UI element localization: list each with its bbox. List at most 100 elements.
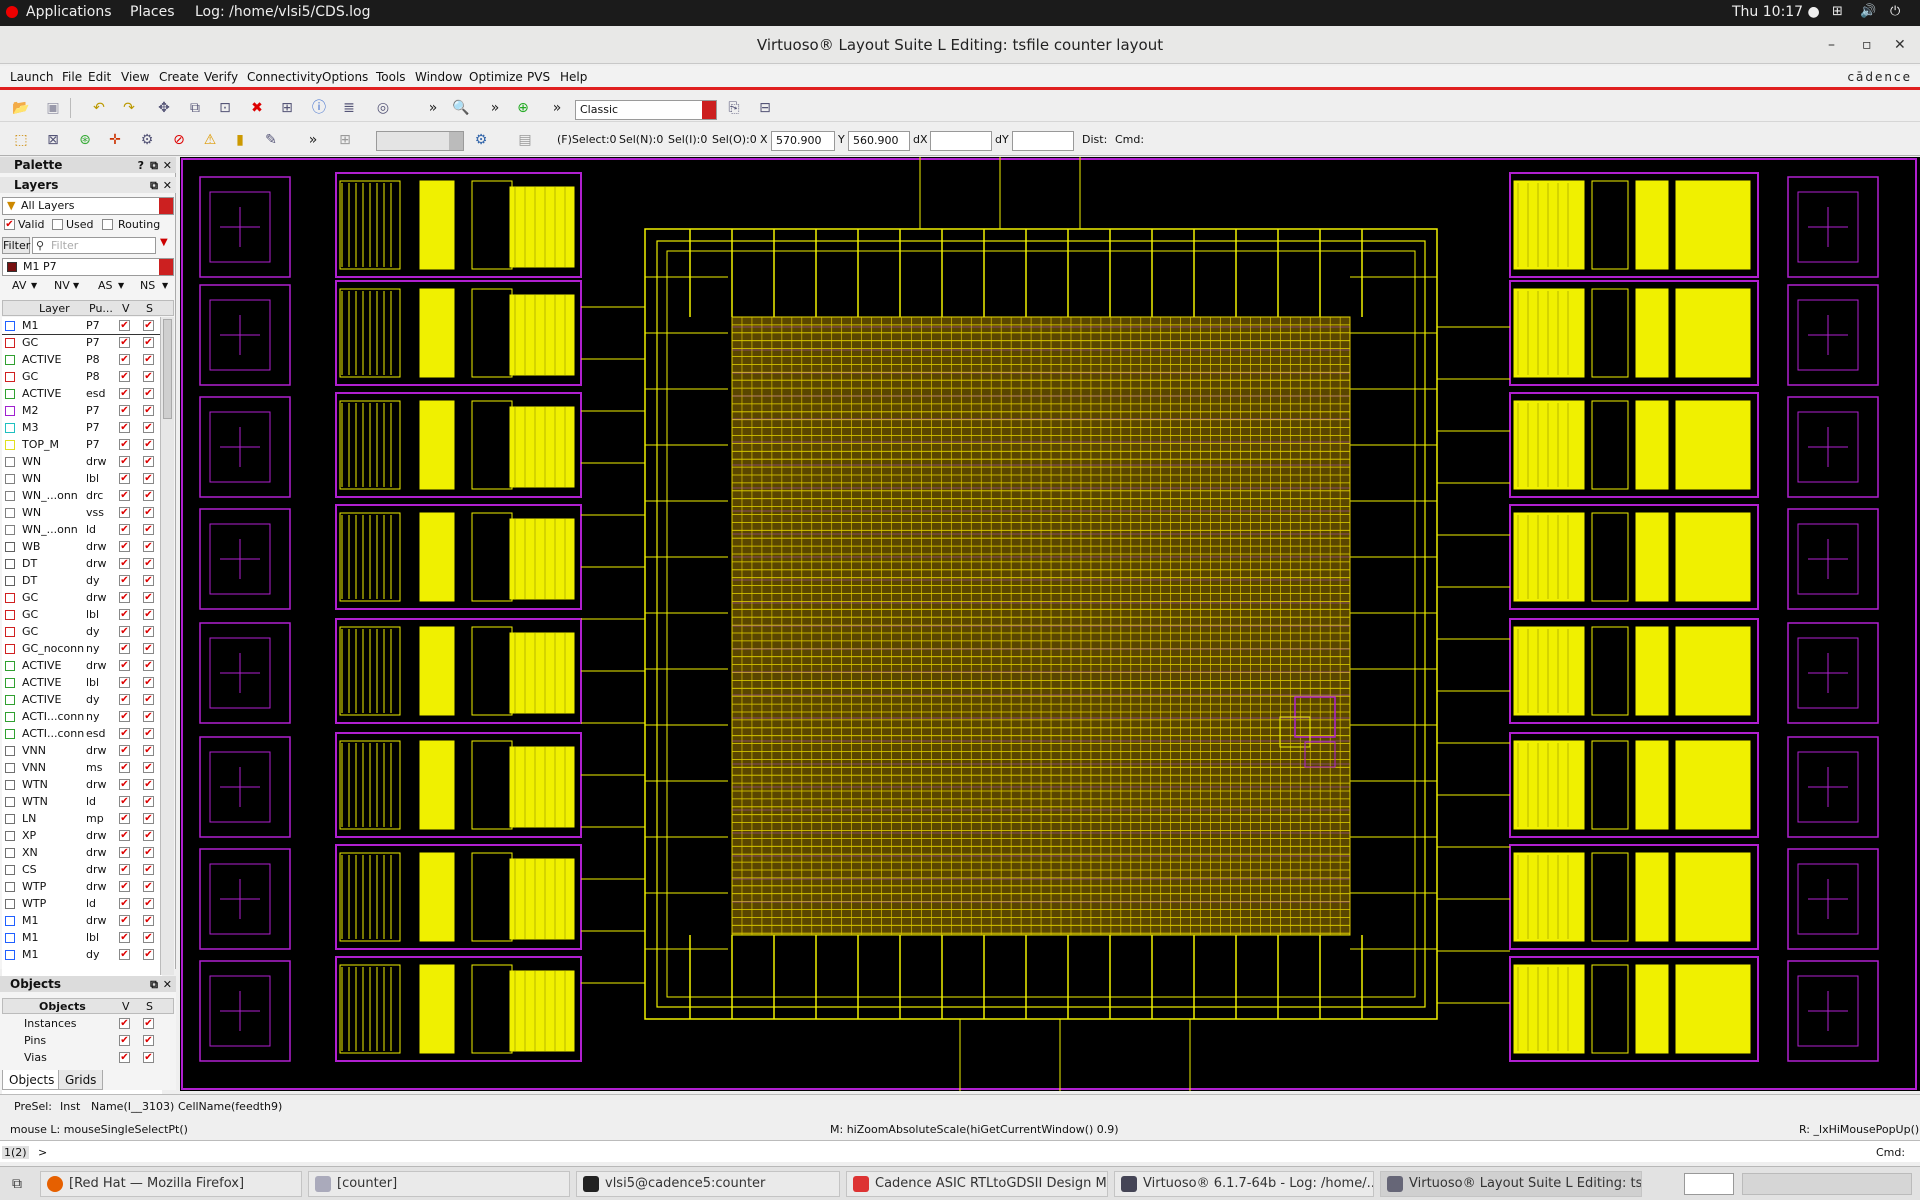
pen-icon[interactable]: ✎ — [262, 131, 280, 149]
layer-row[interactable]: GC P7 ✔ ✔ — [2, 334, 162, 351]
layer-selectable-checkbox[interactable]: ✔ — [143, 932, 154, 943]
open-icon[interactable]: 📂 — [12, 99, 30, 117]
more-icon[interactable]: » — [486, 99, 504, 117]
layer-visible-checkbox[interactable]: ✔ — [119, 898, 130, 909]
layer-selectable-checkbox[interactable]: ✔ — [143, 575, 154, 586]
layer-visible-checkbox[interactable]: ✔ — [119, 320, 130, 331]
layer-row[interactable]: GC P8 ✔ ✔ — [2, 368, 162, 385]
task-firefox[interactable]: [Red Hat — Mozilla Firefox] — [40, 1171, 302, 1197]
layer-selectable-checkbox[interactable]: ✔ — [143, 898, 154, 909]
chevron-down-icon[interactable]: ▼ — [73, 281, 79, 290]
layer-row[interactable]: WTN drw ✔ ✔ — [2, 776, 162, 793]
task-pdf[interactable]: Cadence ASIC RTLtoGDSII Design M... — [846, 1171, 1108, 1197]
load-workspace-icon[interactable]: ⊟ — [756, 99, 774, 117]
layer-visible-checkbox[interactable]: ✔ — [119, 830, 130, 841]
layer-filter-input[interactable]: ⚲ Filter — [32, 237, 156, 254]
layer-row[interactable]: WB drw ✔ ✔ — [2, 538, 162, 555]
layer-selectable-checkbox[interactable]: ✔ — [143, 388, 154, 399]
vias-visible-checkbox[interactable]: ✔ — [119, 1052, 130, 1063]
layer-visible-checkbox[interactable]: ✔ — [119, 779, 130, 790]
tab-grids[interactable]: Grids — [58, 1070, 104, 1090]
display-icon[interactable]: ▤ — [516, 131, 534, 149]
ruler-icon[interactable]: ▮ — [231, 131, 249, 149]
gravity-icon[interactable]: ⊛ — [76, 131, 94, 149]
layer-selectable-checkbox[interactable]: ✔ — [143, 915, 154, 926]
layer-visible-checkbox[interactable]: ✔ — [119, 422, 130, 433]
warning-icon[interactable]: ⚠ — [201, 131, 219, 149]
layer-row[interactable]: WTN ld ✔ ✔ — [2, 793, 162, 810]
layer-visible-checkbox[interactable]: ✔ — [119, 405, 130, 416]
crosshair-icon[interactable]: ✛ — [106, 131, 124, 149]
layer-selectable-checkbox[interactable]: ✔ — [143, 558, 154, 569]
layer-row[interactable]: GC dy ✔ ✔ — [2, 623, 162, 640]
chevron-down-icon[interactable]: ▼ — [31, 281, 37, 290]
layer-visible-checkbox[interactable]: ✔ — [119, 796, 130, 807]
layer-selectable-checkbox[interactable]: ✔ — [143, 643, 154, 654]
menu-create[interactable]: Create — [159, 70, 199, 84]
current-layer-select[interactable]: M1 P7 — [2, 258, 174, 276]
grid-icon[interactable]: ⊞ — [336, 131, 354, 149]
move-icon[interactable]: ✥ — [155, 99, 173, 117]
layer-visible-checkbox[interactable]: ✔ — [119, 490, 130, 501]
layer-row[interactable]: M2 P7 ✔ ✔ — [2, 402, 162, 419]
places-menu[interactable]: Places — [130, 4, 175, 20]
task-counter-folder[interactable]: [counter] — [308, 1171, 570, 1197]
layer-visible-checkbox[interactable]: ✔ — [119, 626, 130, 637]
more-icon[interactable]: » — [304, 131, 322, 149]
object-row-instances[interactable]: Instances ✔ ✔ — [2, 1015, 162, 1032]
layer-row[interactable]: WTP drw ✔ ✔ — [2, 878, 162, 895]
float-icon[interactable]: ⧉ — [150, 158, 158, 174]
dy-field[interactable] — [1012, 131, 1074, 151]
close-icon[interactable]: ✕ — [163, 977, 172, 993]
chevron-down-icon[interactable]: ▼ — [162, 281, 168, 290]
redhat-icon[interactable] — [6, 6, 18, 18]
redo-icon[interactable]: ↷ — [120, 99, 138, 117]
layer-selectable-checkbox[interactable]: ✔ — [143, 507, 154, 518]
layer-row[interactable]: M1 drw ✔ ✔ — [2, 912, 162, 929]
layer-selectable-checkbox[interactable]: ✔ — [143, 847, 154, 858]
layer-row[interactable]: ACTIVE drw ✔ ✔ — [2, 657, 162, 674]
layer-selectable-checkbox[interactable]: ✔ — [143, 660, 154, 671]
valid-checkbox[interactable]: ✔ — [4, 219, 15, 230]
layer-row[interactable]: ACTI...conn ny ✔ ✔ — [2, 708, 162, 725]
layer-visible-checkbox[interactable]: ✔ — [119, 813, 130, 824]
window-log-title[interactable]: Log: /home/vlsi5/CDS.log — [195, 4, 371, 20]
used-checkbox[interactable] — [52, 219, 63, 230]
layer-row[interactable]: M1 P7 ✔ ✔ — [2, 317, 162, 335]
layer-selectable-checkbox[interactable]: ✔ — [143, 779, 154, 790]
layer-selectable-checkbox[interactable]: ✔ — [143, 830, 154, 841]
col-selectable[interactable]: S — [146, 302, 153, 315]
object-row-vias[interactable]: Vias ✔ ✔ — [2, 1049, 162, 1066]
layer-selectable-checkbox[interactable]: ✔ — [143, 694, 154, 705]
layer-visible-checkbox[interactable]: ✔ — [119, 728, 130, 739]
layer-visible-checkbox[interactable]: ✔ — [119, 456, 130, 467]
layout-canvas[interactable] — [180, 157, 1920, 1091]
layer-visible-checkbox[interactable]: ✔ — [119, 711, 130, 722]
align-icon[interactable]: ≣ — [340, 99, 358, 117]
area-select-icon[interactable]: ⊠ — [44, 131, 62, 149]
routing-checkbox[interactable] — [102, 219, 113, 230]
col-purpose[interactable]: Pu... — [89, 302, 113, 315]
layer-selectable-checkbox[interactable]: ✔ — [143, 592, 154, 603]
layer-set-select[interactable]: ▼ All Layers — [2, 197, 174, 215]
menu-window[interactable]: Window — [415, 70, 462, 84]
layer-visible-checkbox[interactable]: ✔ — [119, 949, 130, 960]
layer-row[interactable]: WN_...onn drc ✔ ✔ — [2, 487, 162, 504]
layer-visible-checkbox[interactable]: ✔ — [119, 660, 130, 671]
layer-row[interactable]: VNN ms ✔ ✔ — [2, 759, 162, 776]
tab-objects[interactable]: Objects — [2, 1070, 62, 1090]
pins-visible-checkbox[interactable]: ✔ — [119, 1035, 130, 1046]
hierarchy-icon[interactable]: ⊞ — [278, 99, 296, 117]
layer-selectable-checkbox[interactable]: ✔ — [143, 711, 154, 722]
layer-selectable-checkbox[interactable]: ✔ — [143, 490, 154, 501]
menu-pvs[interactable]: PVS — [527, 70, 550, 84]
layer-selectable-checkbox[interactable]: ✔ — [143, 337, 154, 348]
layer-selectable-checkbox[interactable]: ✔ — [143, 813, 154, 824]
layer-visible-checkbox[interactable]: ✔ — [119, 864, 130, 875]
layer-selectable-checkbox[interactable]: ✔ — [143, 796, 154, 807]
snap-select[interactable] — [376, 131, 464, 151]
ns-button[interactable]: NS — [140, 279, 155, 292]
layer-selectable-checkbox[interactable]: ✔ — [143, 439, 154, 450]
layer-selectable-checkbox[interactable]: ✔ — [143, 762, 154, 773]
layer-row[interactable]: ACTIVE lbl ✔ ✔ — [2, 674, 162, 691]
